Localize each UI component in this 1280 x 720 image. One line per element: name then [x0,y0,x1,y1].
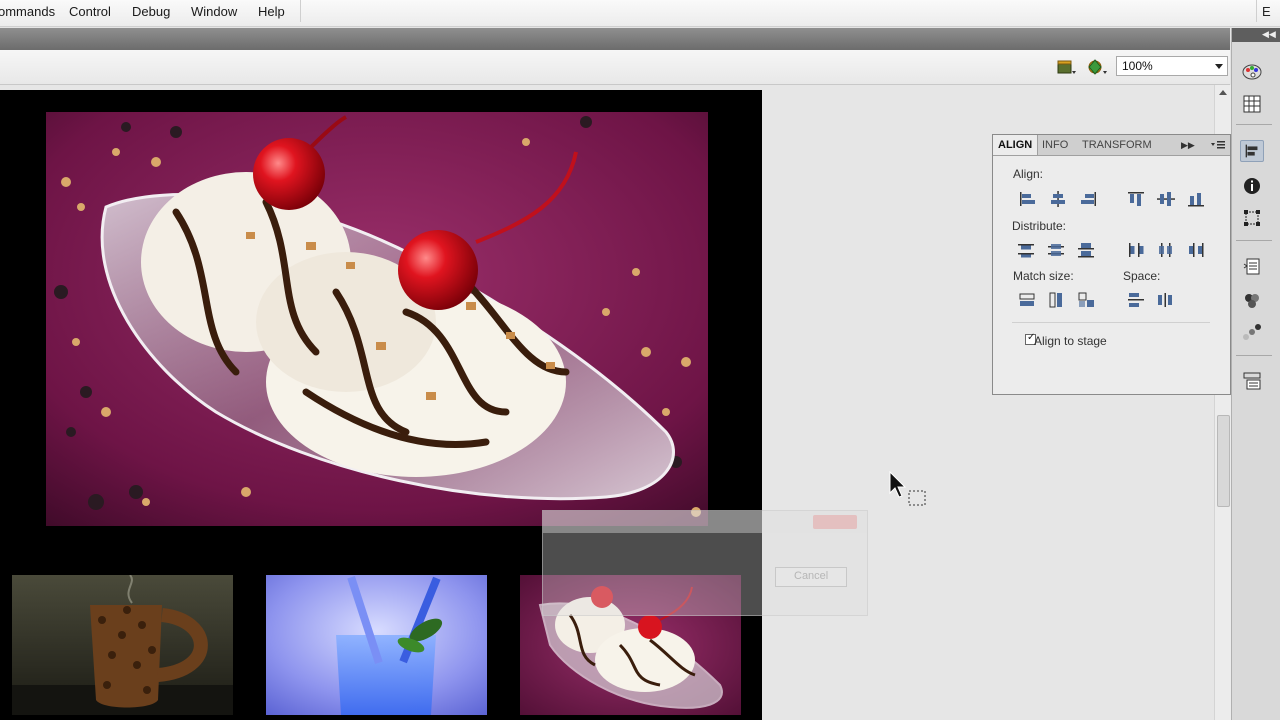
swatches-grid-icon[interactable] [1240,93,1264,115]
menu-bar: ommands Control Debug Window Help E [0,0,1280,27]
motion-presets-icon[interactable] [1240,321,1264,343]
edit-symbol-icon[interactable] [1086,58,1108,76]
zoom-value: 100% [1122,59,1153,73]
menu-commands[interactable]: ommands [0,4,55,19]
distribute-label: Distribute: [1012,219,1067,233]
mouse-pointer-icon [889,471,926,506]
project-icon[interactable] [1240,370,1264,392]
menu-help[interactable]: Help [258,4,285,19]
distribute-right-icon[interactable] [1186,241,1206,259]
tab-transform[interactable]: TRANSFORM [1077,135,1157,155]
workspace-switcher[interactable]: E [1262,4,1271,19]
collapse-icon[interactable]: ◀◀ [1262,29,1276,40]
distribute-top-icon[interactable] [1016,241,1036,259]
transform-icon[interactable] [1240,207,1264,229]
menu-control[interactable]: Control [69,4,111,19]
components-icon[interactable] [1240,289,1264,311]
space-label: Space: [1123,269,1161,283]
fading-dialog: Cancel [542,510,868,616]
document-tab-strip [0,28,1230,50]
tab-align[interactable]: ALIGN [993,135,1039,155]
align-bottom-edge-icon[interactable] [1186,190,1206,208]
dock-separator [1236,355,1272,356]
distribute-horizontal-center-icon[interactable] [1156,241,1176,259]
dialog-cancel-label: Cancel [794,570,829,582]
dock-separator [1236,240,1272,241]
menu-debug[interactable]: Debug [132,4,170,19]
tab-info[interactable]: INFO [1037,135,1073,155]
info-icon[interactable] [1240,175,1264,197]
scroll-up-arrow-icon[interactable] [1219,90,1227,95]
distribute-bottom-icon[interactable] [1076,241,1096,259]
match-width-and-height-icon[interactable] [1077,291,1097,309]
align-label: Align: [1013,167,1044,181]
panel-tab-strip: ALIGN INFO TRANSFORM ▶▶ [993,135,1230,156]
thumbnail-coffee-mug[interactable] [12,575,233,715]
dialog-cancel-button[interactable]: Cancel [775,567,847,587]
zoom-select[interactable]: 100% [1116,56,1228,76]
space-evenly-vertically-icon[interactable] [1126,291,1146,309]
space-evenly-horizontally-icon[interactable] [1156,291,1176,309]
align-icon[interactable] [1240,140,1264,162]
align-to-stage-label: Align to stage [1034,334,1107,348]
align-right-edge-icon[interactable] [1078,190,1098,208]
match-width-icon[interactable] [1017,291,1037,309]
library-icon[interactable] [1240,256,1264,278]
thumbnail-blue-drink[interactable] [266,575,487,715]
chevron-down-icon [1215,64,1223,69]
dialog-close-button[interactable] [813,515,857,529]
match-height-icon[interactable] [1047,291,1067,309]
menu-separator [300,0,301,22]
align-vertical-center-icon[interactable] [1156,190,1176,208]
main-photo-sundae[interactable] [46,112,708,526]
edit-scene-icon[interactable] [1056,58,1076,76]
align-left-edge-icon[interactable] [1018,190,1038,208]
match-size-label: Match size: [1013,269,1074,283]
color-palette-icon[interactable] [1240,60,1264,82]
align-top-edge-icon[interactable] [1126,190,1146,208]
menu-window[interactable]: Window [191,4,237,19]
edit-bar [0,50,1230,85]
align-horizontal-center-icon[interactable] [1048,190,1068,208]
panel-menu-icon[interactable] [1211,139,1225,151]
distribute-vertical-center-icon[interactable] [1046,241,1066,259]
scrollbar-thumb[interactable] [1217,415,1230,507]
panel-divider [1012,322,1210,323]
distribute-left-icon[interactable] [1126,241,1146,259]
dock-separator [1236,124,1272,125]
menu-separator-right [1256,0,1257,22]
panel-expand-icon[interactable]: ▶▶ [1181,140,1195,151]
dock-header: ◀◀ [1232,28,1280,42]
